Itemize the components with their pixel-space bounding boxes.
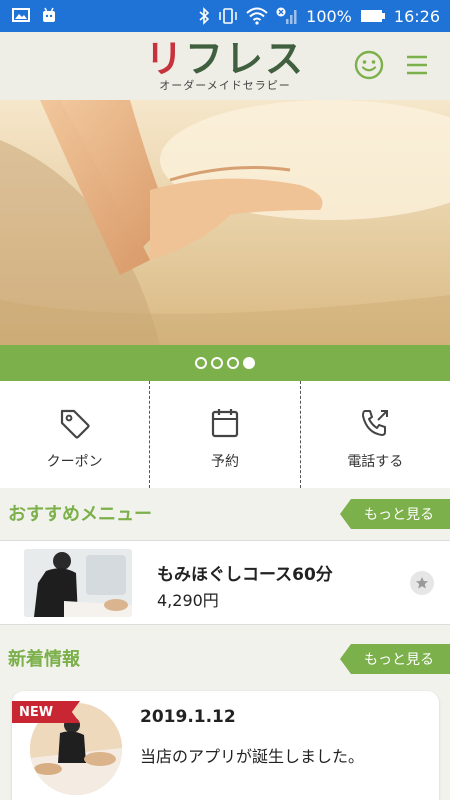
menu-item[interactable]: もみほぐしコース60分 4,290円 bbox=[0, 540, 450, 625]
call-label: 電話する bbox=[347, 454, 404, 470]
carousel-dot[interactable] bbox=[243, 357, 255, 369]
hero-banner-image[interactable] bbox=[0, 100, 450, 345]
carousel-dots[interactable] bbox=[0, 357, 450, 369]
calendar-icon bbox=[211, 409, 239, 438]
logo-char: リ bbox=[144, 37, 185, 81]
reservation-button[interactable]: 予約 bbox=[149, 381, 299, 488]
status-bar: 100% 16:26 bbox=[0, 0, 450, 32]
battery-percent: 100% bbox=[306, 6, 352, 26]
bluetooth-icon bbox=[199, 7, 210, 25]
logo-char: フ bbox=[184, 37, 225, 81]
carousel-dot[interactable] bbox=[211, 357, 223, 369]
logo-subtitle: オーダーメイドセラピー bbox=[159, 79, 291, 92]
menu-item-price: 4,290円 bbox=[157, 591, 219, 610]
vibrate-icon bbox=[219, 8, 237, 24]
menu-thumbnail bbox=[24, 549, 132, 617]
app-header: リフレス オーダーメイドセラピー bbox=[0, 32, 450, 100]
logo-char: レ bbox=[225, 37, 266, 81]
massage-photo bbox=[0, 100, 450, 345]
news-title: 新着情報 bbox=[8, 649, 80, 670]
favorite-button[interactable] bbox=[410, 571, 434, 595]
hamburger-menu-icon[interactable] bbox=[404, 52, 430, 78]
reservation-label: 予約 bbox=[210, 454, 239, 470]
coupon-label: クーポン bbox=[46, 454, 103, 470]
quick-actions: クーポン 予約 電話する bbox=[0, 381, 450, 488]
signal-icon bbox=[276, 7, 297, 24]
carousel-dot[interactable] bbox=[195, 357, 207, 369]
news-date: 2019.1.12 bbox=[140, 707, 236, 727]
recommend-section-header: おすすめメニュー もっと見る bbox=[0, 488, 450, 538]
menu-item-name: もみほぐしコース60分 bbox=[157, 565, 333, 585]
clock: 16:26 bbox=[393, 6, 440, 26]
new-badge: NEW bbox=[12, 701, 80, 723]
carousel-indicator bbox=[0, 345, 450, 381]
battery-icon bbox=[360, 10, 385, 22]
tag-icon bbox=[60, 409, 90, 439]
android-icon bbox=[43, 7, 55, 22]
image-icon bbox=[12, 8, 30, 22]
news-section-header: 新着情報 もっと見る bbox=[0, 633, 450, 683]
news-more-button[interactable]: もっと見る bbox=[340, 644, 450, 674]
phone-icon bbox=[362, 410, 389, 436]
wifi-icon bbox=[246, 7, 268, 25]
recommend-title: おすすめメニュー bbox=[8, 504, 152, 525]
news-text: 当店のアプリが誕生しました。 bbox=[140, 747, 365, 766]
recommend-more-button[interactable]: もっと見る bbox=[340, 499, 450, 529]
smile-icon[interactable] bbox=[354, 50, 384, 80]
coupon-button[interactable]: クーポン bbox=[0, 381, 149, 488]
news-item[interactable]: 2019.1.12 当店のアプリが誕生しました。 bbox=[12, 691, 439, 800]
carousel-dot[interactable] bbox=[227, 357, 239, 369]
call-button[interactable]: 電話する bbox=[299, 381, 450, 488]
star-icon bbox=[416, 577, 428, 589]
logo-char: ス bbox=[265, 37, 306, 81]
